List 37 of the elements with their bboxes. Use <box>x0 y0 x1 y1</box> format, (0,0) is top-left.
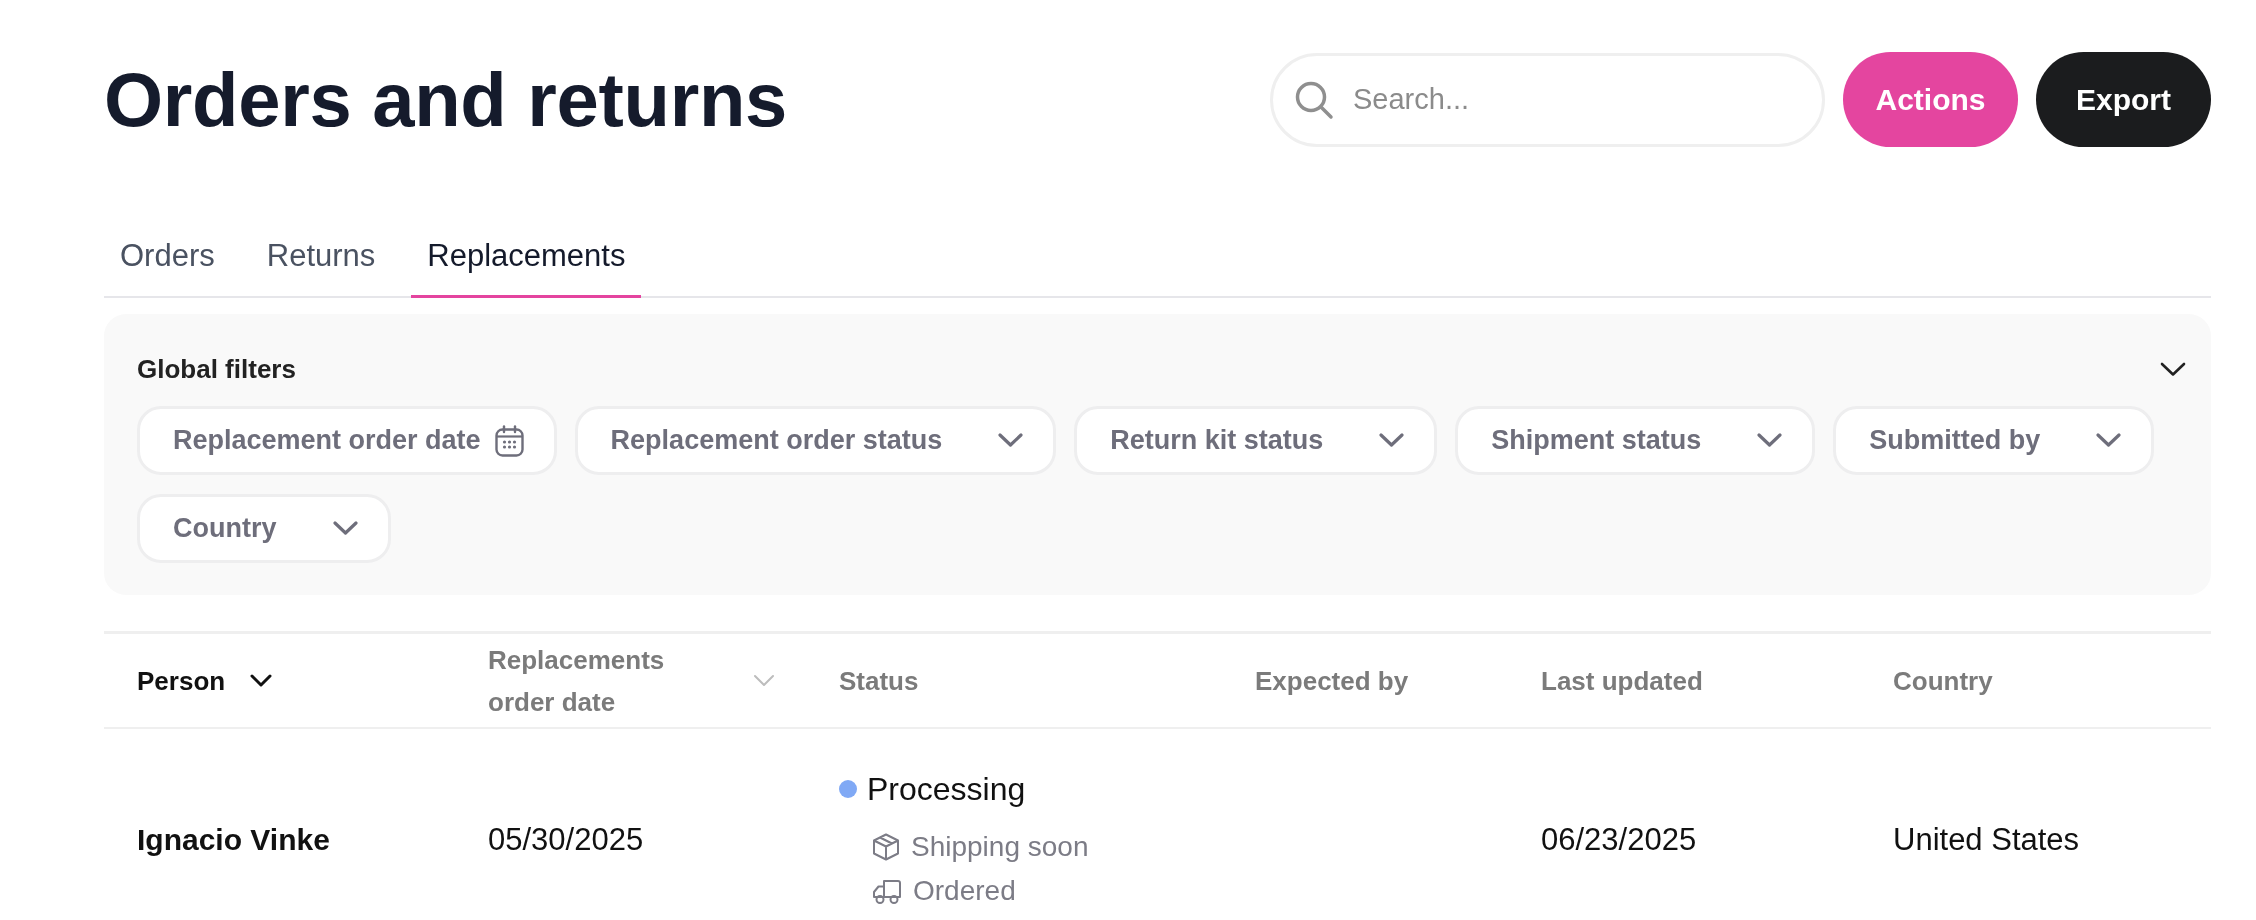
primary-button[interactable]: Actions <box>1843 52 2018 147</box>
filter-dropdown[interactable]: Country <box>137 494 391 563</box>
calendar-icon <box>494 424 524 457</box>
filter-dropdown[interactable]: Replacement order status <box>574 406 1057 475</box>
status-detail: Ordered <box>913 874 1016 908</box>
chevron-icon <box>998 433 1024 448</box>
status-detail: Shipping soon <box>911 830 1089 864</box>
page-title: Orders and returns <box>104 61 788 138</box>
secondary-button[interactable]: Export <box>2036 52 2211 147</box>
column-header[interactable]: Person <box>137 659 273 702</box>
chevron-icon <box>332 521 358 536</box>
filters-heading: Global filters <box>137 354 296 384</box>
column-header[interactable]: Replacements order date <box>488 638 775 723</box>
table-cell: United States <box>1893 822 2080 857</box>
table-cell: 06/23/2025 <box>1541 822 1697 857</box>
tab[interactable]: Returns <box>250 218 392 298</box>
truck-icon <box>872 877 902 905</box>
search-icon <box>1294 79 1334 120</box>
date-filter[interactable]: Replacement order date <box>137 406 557 475</box>
chevron-icon[interactable] <box>2160 361 2186 377</box>
column-header: Last updated <box>1541 665 1703 696</box>
column-header: Status <box>839 665 919 696</box>
table-cell: 05/30/2025 <box>488 822 644 857</box>
column-header: Country <box>1893 665 1993 696</box>
person-name: Ignacio Vinke <box>137 823 330 856</box>
tab[interactable]: Replacements <box>411 218 642 298</box>
package-icon <box>872 833 900 861</box>
filter-dropdown[interactable]: Submitted by <box>1833 406 2155 475</box>
status-text: Processing <box>867 770 1026 809</box>
chevron-icon <box>1379 433 1405 448</box>
search-field[interactable]: Search... <box>1270 52 1825 147</box>
chevron-icon <box>1757 433 1783 448</box>
chevron-icon <box>2096 433 2122 448</box>
column-header: Expected by <box>1255 665 1409 696</box>
tab[interactable]: Orders <box>104 218 231 298</box>
filter-dropdown[interactable]: Return kit status <box>1074 406 1438 475</box>
filter-dropdown[interactable]: Shipment status <box>1455 406 1816 475</box>
